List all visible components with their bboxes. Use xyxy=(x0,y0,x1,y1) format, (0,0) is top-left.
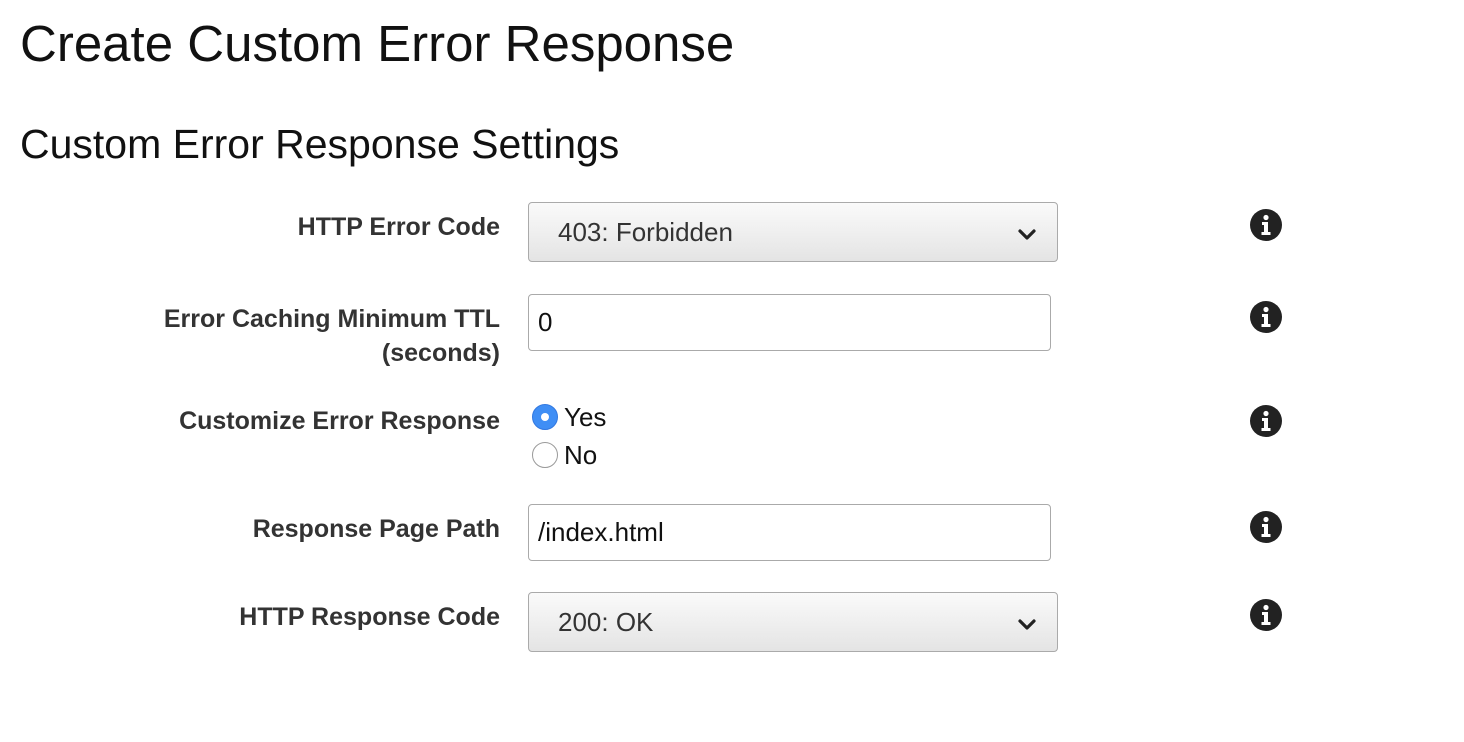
response-page-path-label: Response Page Path xyxy=(252,515,500,543)
info-icon[interactable] xyxy=(1250,405,1282,437)
http-response-code-select[interactable]: 200: OK xyxy=(528,592,1058,652)
http-error-code-label: HTTP Error Code xyxy=(297,213,500,241)
error-caching-ttl-label: Error Caching Minimum TTL (seconds) xyxy=(60,302,500,370)
radio-button-yes[interactable] xyxy=(532,404,558,430)
info-icon[interactable] xyxy=(1250,511,1282,543)
radio-button-no[interactable] xyxy=(532,442,558,468)
create-custom-error-response-page: Create Custom Error Response Custom Erro… xyxy=(0,0,1464,742)
info-icon[interactable] xyxy=(1250,209,1282,241)
info-icon[interactable] xyxy=(1250,599,1282,631)
radio-label-yes[interactable]: Yes xyxy=(564,398,606,436)
chevron-down-icon xyxy=(1018,619,1036,630)
error-caching-ttl-label-line2: (seconds) xyxy=(381,339,500,367)
http-error-code-value: 403: Forbidden xyxy=(558,217,733,247)
info-icon[interactable] xyxy=(1250,301,1282,333)
error-caching-ttl-label-line1: Error Caching Minimum TTL xyxy=(163,305,500,333)
customize-error-response-label: Customize Error Response xyxy=(179,407,500,435)
http-error-code-select[interactable]: 403: Forbidden xyxy=(528,202,1058,262)
page-title: Create Custom Error Response xyxy=(20,15,735,72)
response-page-path-input[interactable] xyxy=(528,504,1051,561)
chevron-down-icon xyxy=(1018,229,1036,240)
http-response-code-label: HTTP Response Code xyxy=(239,603,500,631)
error-caching-ttl-input[interactable] xyxy=(528,294,1051,351)
http-response-code-value: 200: OK xyxy=(558,607,654,637)
section-title: Custom Error Response Settings xyxy=(20,121,620,167)
radio-label-no[interactable]: No xyxy=(564,436,597,474)
